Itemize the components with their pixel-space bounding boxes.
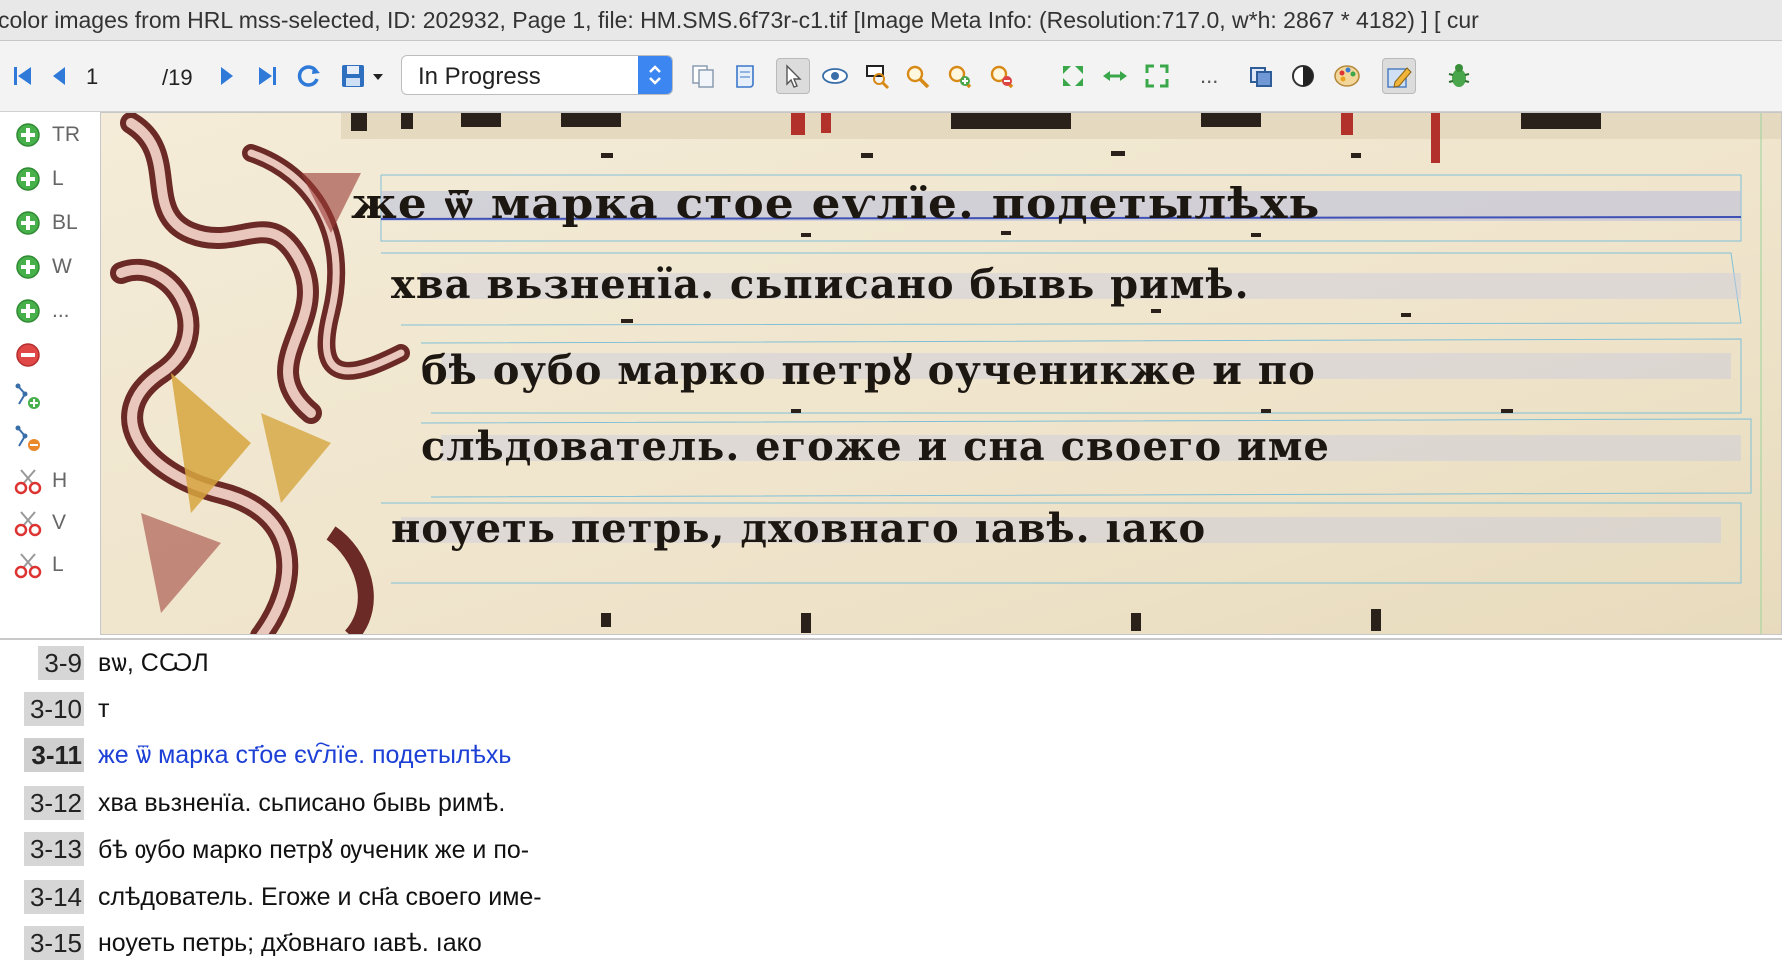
- remove-point-icon: [12, 423, 44, 455]
- line-text[interactable]: вѡ, СѠЛ: [98, 649, 209, 678]
- palette-icon[interactable]: [1330, 58, 1364, 94]
- tool-label: TR: [52, 123, 80, 146]
- add-icon: [12, 251, 44, 283]
- line-number: 3-11: [24, 738, 84, 772]
- save-icon[interactable]: [336, 58, 370, 94]
- window-title: color images from HRL mss-selected, ID: …: [0, 0, 1782, 41]
- line-text[interactable]: т: [98, 695, 109, 724]
- page-total: /19: [162, 65, 193, 90]
- line-number: 3-15: [24, 926, 84, 960]
- manuscript-line-4: слѣдователь. егоже и сна своего име: [421, 423, 1330, 470]
- more-tools[interactable]: ...: [1200, 63, 1218, 89]
- contrast-icon[interactable]: [1286, 58, 1320, 94]
- tool-label: V: [52, 511, 67, 534]
- line-text[interactable]: бѣ ѹбо марко петрꙋ ѹченик же и по-: [98, 832, 529, 866]
- add-icon: [12, 119, 44, 151]
- tool-label: L: [52, 167, 64, 190]
- zoom-region-icon[interactable]: [860, 58, 894, 94]
- add-more-tool[interactable]: ...: [12, 292, 92, 330]
- split-horizontal-tool[interactable]: H: [12, 462, 92, 500]
- line-number: 3-14: [24, 880, 84, 914]
- zoom-icon[interactable]: [900, 58, 934, 94]
- fit-width-icon[interactable]: [1098, 58, 1132, 94]
- split-line-tool[interactable]: L: [12, 546, 92, 584]
- tool-label: ...: [52, 299, 70, 322]
- prev-page-icon[interactable]: [42, 58, 76, 94]
- layers-icon[interactable]: [1244, 58, 1278, 94]
- first-page-icon[interactable]: [6, 58, 40, 94]
- zoom-out-icon[interactable]: [984, 58, 1018, 94]
- refresh-icon[interactable]: [292, 58, 326, 94]
- add-baseline-tool[interactable]: BL: [12, 204, 92, 242]
- split-vertical-tool[interactable]: V: [12, 504, 92, 542]
- add-word-tool[interactable]: W: [12, 248, 92, 286]
- add-line-tool[interactable]: L: [12, 160, 92, 198]
- add-text-region-tool[interactable]: TR: [12, 116, 92, 154]
- split-icon: [12, 465, 44, 497]
- tool-label: L: [52, 553, 64, 576]
- edit-icon[interactable]: [1382, 58, 1416, 94]
- copy-pages-icon[interactable]: [686, 58, 720, 94]
- pointer-icon[interactable]: [776, 58, 810, 94]
- save-dropdown-icon[interactable]: [370, 58, 386, 94]
- manuscript-image-canvas[interactable]: же ѿ маркa стoе еѵлїе. подетылѣхь хва вь…: [100, 112, 1782, 635]
- line-text[interactable]: слѣдователь. Егоже и сн҃а своего име-: [98, 883, 542, 912]
- line-text[interactable]: же ѿ марка ст҃ое єѵ҇лїе. подетылѣхь: [98, 741, 511, 770]
- manuscript-line-5: ноуеть петрь, дховнаго ıавѣ. ıако: [391, 505, 1207, 552]
- manuscript-line-3: бѣ оубо марко петрꙋ оученикже и по: [421, 347, 1316, 394]
- line-number: 3-10: [24, 692, 84, 726]
- add-icon: [12, 295, 44, 327]
- status-select[interactable]: In Progress: [401, 55, 673, 95]
- add-icon: [12, 163, 44, 195]
- bug-icon[interactable]: [1442, 58, 1476, 94]
- remove-shape-tool[interactable]: [12, 336, 92, 374]
- left-toolbar: TR L BL W ... H V L: [0, 112, 100, 635]
- tool-label: W: [52, 255, 72, 278]
- toolbar: /19 In Progress: [0, 41, 1782, 112]
- add-point-icon: [12, 381, 44, 413]
- document-icon[interactable]: [728, 58, 762, 94]
- line-text[interactable]: ноуеть петрь; дх҃овнаго ıавѣ. ıако: [98, 929, 482, 958]
- transcription-editor[interactable]: 3-9 вѡ, СѠЛ 3-10 т 3-11 же ѿ марка ст҃ое…: [0, 638, 1782, 966]
- add-icon: [12, 207, 44, 239]
- manuscript-line-1: же ѿ маркa стoе еѵлїе. подетылѣхь: [351, 179, 1321, 228]
- line-text[interactable]: хва вьзненїа. сьписано бывь римѣ.: [98, 789, 505, 818]
- split-icon: [12, 549, 44, 581]
- remove-icon: [12, 339, 44, 371]
- last-page-icon[interactable]: [250, 58, 284, 94]
- split-icon: [12, 507, 44, 539]
- page-number-input[interactable]: [84, 59, 158, 95]
- next-page-icon[interactable]: [210, 58, 244, 94]
- manuscript-line-2: хва вьзненїа. сьписано бывь римѣ.: [391, 261, 1250, 308]
- remove-point-tool[interactable]: [12, 420, 92, 458]
- fit-page-icon[interactable]: [1056, 58, 1090, 94]
- tool-label: H: [52, 469, 68, 492]
- view-icon[interactable]: [818, 58, 852, 94]
- line-number: 3-13: [24, 832, 84, 866]
- add-point-tool[interactable]: [12, 378, 92, 416]
- line-number: 3-9: [38, 646, 84, 680]
- status-value: In Progress: [418, 63, 541, 90]
- tool-label: BL: [52, 211, 78, 234]
- zoom-in-icon[interactable]: [942, 58, 976, 94]
- expand-icon[interactable]: [1140, 58, 1174, 94]
- line-number: 3-12: [24, 786, 84, 820]
- chevron-updown-icon: [638, 56, 672, 94]
